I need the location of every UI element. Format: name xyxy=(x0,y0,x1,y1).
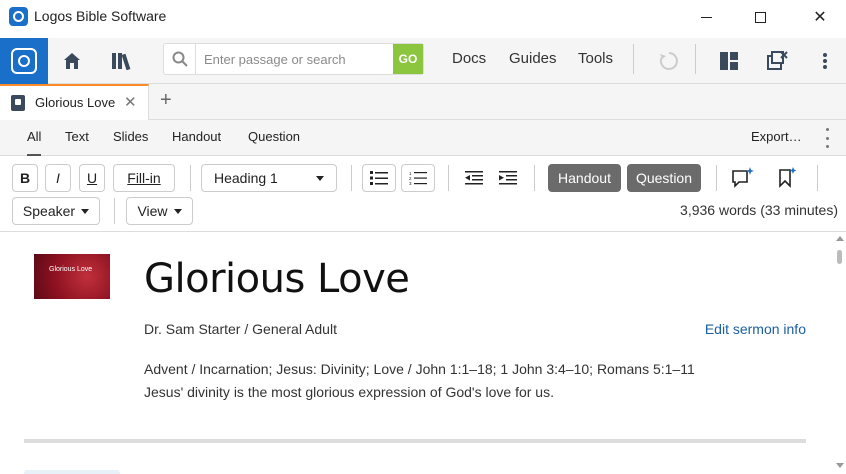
close-panels-icon xyxy=(767,51,788,70)
italic-button[interactable]: I xyxy=(45,164,71,192)
paragraph-style-value: Heading 1 xyxy=(214,170,278,186)
document-scrollbar[interactable] xyxy=(834,232,846,474)
filter-all[interactable]: All xyxy=(27,129,42,156)
maximize-button[interactable] xyxy=(737,0,783,34)
search-input[interactable] xyxy=(196,51,392,67)
scrollbar-thumb[interactable] xyxy=(837,250,842,264)
sermon-document-icon xyxy=(11,95,25,111)
thumbnail-title: Glorious Love xyxy=(49,266,93,273)
guides-menu[interactable]: Guides xyxy=(509,50,557,67)
layouts-button[interactable] xyxy=(717,49,741,73)
scroll-down-icon[interactable] xyxy=(836,463,844,468)
tools-menu[interactable]: Tools xyxy=(578,50,613,67)
more-options-button[interactable] xyxy=(813,49,837,73)
title-bar: Logos Bible Software ✕ xyxy=(0,0,846,34)
go-button[interactable]: GO xyxy=(393,44,423,74)
indent-icon xyxy=(499,171,517,185)
speaker-label: Speaker xyxy=(22,203,76,219)
formatting-toolbar: B I U Fill-in Heading 1 123 Handout Ques… xyxy=(0,156,846,232)
scroll-up-icon[interactable] xyxy=(836,236,844,241)
bulleted-list-icon xyxy=(370,171,388,185)
increase-indent-button[interactable] xyxy=(496,166,520,190)
toolbar-divider xyxy=(114,198,115,224)
chevron-down-icon xyxy=(173,208,182,214)
handout-button[interactable]: Handout xyxy=(548,164,621,192)
search-box: GO xyxy=(163,43,424,75)
toolbar-divider xyxy=(716,165,717,191)
tab-glorious-love[interactable]: Glorious Love ✕ xyxy=(0,84,149,120)
filter-slides[interactable]: Slides xyxy=(113,129,148,144)
filter-more-icon[interactable] xyxy=(825,128,829,148)
bulleted-list-button[interactable] xyxy=(362,164,396,192)
filter-question[interactable]: Question xyxy=(248,129,300,144)
window-title: Logos Bible Software xyxy=(34,8,167,24)
paragraph-style-select[interactable]: Heading 1 xyxy=(201,164,337,192)
close-tab-icon[interactable]: ✕ xyxy=(124,93,137,111)
view-label: View xyxy=(137,203,168,219)
word-count: 3,936 words (33 minutes) xyxy=(680,202,838,218)
decrease-indent-button[interactable] xyxy=(462,166,486,190)
fill-in-button[interactable]: Fill-in xyxy=(113,164,175,192)
sermon-summary: Jesus' divinity is the most glorious exp… xyxy=(144,384,554,400)
home-button[interactable] xyxy=(60,49,84,73)
toolbar-divider xyxy=(534,165,535,191)
new-tab-button[interactable]: + xyxy=(160,89,172,112)
bookmark-sparkle-icon xyxy=(779,167,797,188)
sermon-tags: Advent / Incarnation; Jesus: Divinity; L… xyxy=(144,361,695,377)
panel-menu-button[interactable] xyxy=(765,49,789,73)
main-toolbar: GO Docs Guides Tools xyxy=(0,38,846,84)
minimize-button[interactable] xyxy=(683,0,729,34)
close-icon: ✕ xyxy=(813,9,827,26)
maximize-icon xyxy=(754,11,766,23)
layout-icon xyxy=(720,52,738,70)
home-icon xyxy=(64,53,80,69)
speaker-dropdown[interactable]: Speaker xyxy=(12,197,100,225)
tab-label: Glorious Love xyxy=(35,95,116,110)
search-icon xyxy=(164,44,196,74)
chevron-down-icon xyxy=(81,208,90,214)
toolbar-divider xyxy=(817,165,818,191)
view-filter-bar: All Text Slides Handout Question Export… xyxy=(0,120,846,156)
sermon-document: Glorious Love Glorious Love Dr. Sam Star… xyxy=(0,232,834,474)
close-window-button[interactable]: ✕ xyxy=(797,0,843,34)
author-line: Dr. Sam Starter / General Adult xyxy=(144,321,337,337)
docs-menu[interactable]: Docs xyxy=(452,50,486,67)
numbered-list-button[interactable]: 123 xyxy=(401,164,435,192)
numbered-list-icon: 123 xyxy=(409,171,427,185)
toolbar-divider xyxy=(633,44,634,74)
speech-bubble-sparkle-icon xyxy=(732,167,754,188)
toolbar-divider xyxy=(351,165,352,191)
outdent-icon xyxy=(465,171,483,185)
toolbar-divider xyxy=(190,165,191,191)
export-button[interactable]: Export… xyxy=(751,129,802,144)
svg-text:3: 3 xyxy=(409,181,412,185)
underline-button[interactable]: U xyxy=(79,164,105,192)
section-divider xyxy=(24,439,806,443)
sermon-title[interactable]: Glorious Love xyxy=(144,256,410,302)
filter-handout[interactable]: Handout xyxy=(172,129,221,144)
kebab-menu-icon xyxy=(823,53,827,69)
toolbar-divider xyxy=(448,165,449,191)
question-button[interactable]: Question xyxy=(627,164,701,192)
filter-text[interactable]: Text xyxy=(65,129,89,144)
bookmark-ai-button[interactable] xyxy=(775,165,799,189)
bold-button[interactable]: B xyxy=(12,164,38,192)
tab-strip: Glorious Love ✕ + xyxy=(0,84,846,120)
add-comment-ai-button[interactable] xyxy=(731,165,755,189)
sermon-thumbnail[interactable]: Glorious Love xyxy=(34,254,110,299)
toolbar-divider xyxy=(695,44,696,74)
minimize-icon xyxy=(700,16,712,18)
chevron-down-icon xyxy=(316,175,324,181)
sync-button[interactable] xyxy=(657,49,681,73)
library-icon xyxy=(112,53,131,71)
logos-logo-icon xyxy=(11,48,37,74)
next-content-block xyxy=(24,470,120,474)
edit-sermon-info-link[interactable]: Edit sermon info xyxy=(705,321,806,337)
view-dropdown[interactable]: View xyxy=(126,197,193,225)
logos-app-icon xyxy=(9,7,28,26)
library-button[interactable] xyxy=(110,49,134,73)
logos-home-button[interactable] xyxy=(0,38,48,84)
sync-icon xyxy=(659,52,678,70)
